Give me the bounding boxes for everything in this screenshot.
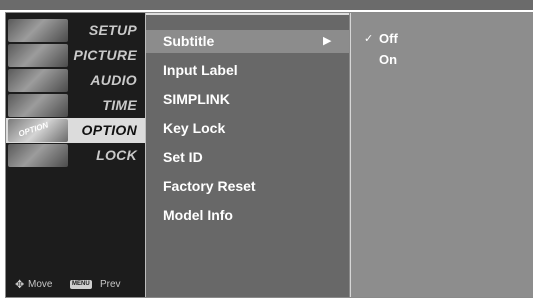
option-menu-panel: Subtitle ▶ Input Label SIMPLINK Key Lock… xyxy=(146,13,349,297)
subtitle-options-panel: ✓ Off On xyxy=(350,13,533,297)
option-icon: OPTION xyxy=(8,119,68,142)
category-picture[interactable]: PICTURE xyxy=(6,43,145,68)
menu-item-label: Input Label xyxy=(163,62,238,78)
menu-item-label: Subtitle xyxy=(163,33,215,49)
menu-item-label: Model Info xyxy=(163,207,233,223)
hint-prev-label: Prev xyxy=(100,279,121,290)
category-label: TIME xyxy=(102,97,137,113)
menu-item-factory-reset[interactable]: Factory Reset xyxy=(146,175,349,198)
menu-item-label: Key Lock xyxy=(163,120,226,136)
checkmark-icon: ✓ xyxy=(364,33,374,45)
hint-move-label: Move xyxy=(28,279,53,290)
menu-item-model-info[interactable]: Model Info xyxy=(146,204,349,227)
category-label: LOCK xyxy=(96,147,137,163)
option-off[interactable]: ✓ Off xyxy=(351,30,533,50)
submenu-arrow-icon: ▶ xyxy=(323,35,332,47)
tv-osd-screen: SETUP PICTURE AUDIO TIME OPTION OPTION L… xyxy=(0,0,533,298)
menu-item-subtitle[interactable]: Subtitle ▶ xyxy=(146,30,349,53)
menu-item-key-lock[interactable]: Key Lock xyxy=(146,117,349,140)
menu-item-label: SIMPLINK xyxy=(163,91,230,107)
audio-icon xyxy=(8,69,68,92)
menu-item-label: Set ID xyxy=(163,149,203,165)
category-panel: SETUP PICTURE AUDIO TIME OPTION OPTION L… xyxy=(6,13,146,297)
category-label: PICTURE xyxy=(73,47,137,63)
option-label: Off xyxy=(379,31,398,46)
move-arrows-icon: ✥ xyxy=(15,279,25,291)
category-label: AUDIO xyxy=(90,72,137,88)
menu-item-label: Factory Reset xyxy=(163,178,256,194)
top-bar xyxy=(0,0,533,10)
option-label: On xyxy=(379,52,398,67)
picture-icon xyxy=(8,44,68,67)
menu-item-simplink[interactable]: SIMPLINK xyxy=(146,88,349,111)
time-icon xyxy=(8,94,68,117)
menu-item-set-id[interactable]: Set ID xyxy=(146,146,349,169)
category-lock[interactable]: LOCK xyxy=(6,143,145,168)
option-on[interactable]: On xyxy=(351,51,533,71)
menu-key-icon: MENU xyxy=(70,280,92,289)
category-setup[interactable]: SETUP xyxy=(6,18,145,43)
category-label: SETUP xyxy=(88,22,137,38)
category-audio[interactable]: AUDIO xyxy=(6,68,145,93)
category-time[interactable]: TIME xyxy=(6,93,145,118)
option-badge: OPTION xyxy=(17,120,50,139)
category-label: OPTION xyxy=(81,122,137,138)
lock-icon xyxy=(8,144,68,167)
menu-item-input-label[interactable]: Input Label xyxy=(146,59,349,82)
category-option[interactable]: OPTION OPTION xyxy=(6,118,145,143)
navigation-hints: ✥ Move MENU Prev xyxy=(6,278,145,292)
setup-icon xyxy=(8,19,68,42)
